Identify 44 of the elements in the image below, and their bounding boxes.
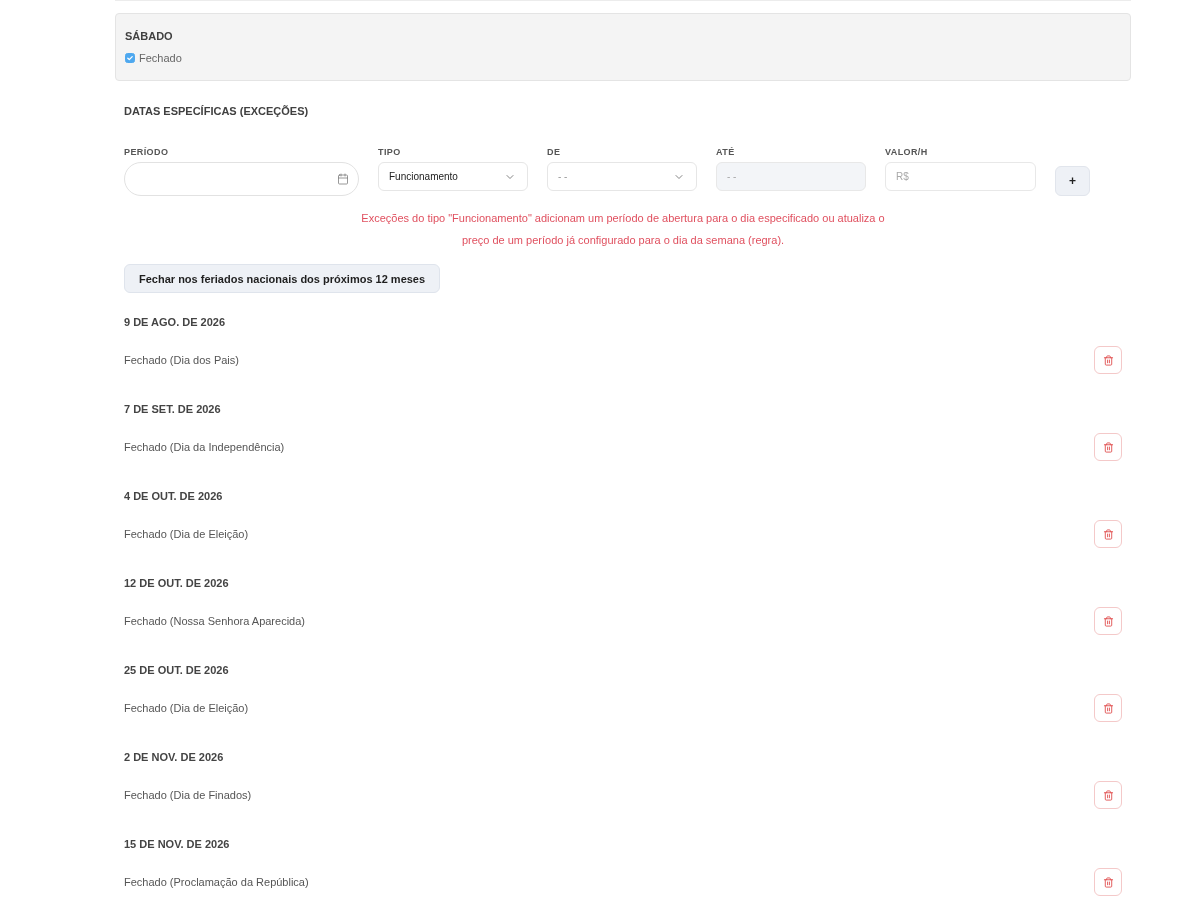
delete-button[interactable] [1094, 781, 1122, 809]
delete-button[interactable] [1094, 433, 1122, 461]
field-label: PERÍODO [124, 146, 169, 158]
trash-icon [1102, 615, 1114, 627]
delete-button[interactable] [1094, 868, 1122, 896]
delete-button[interactable] [1094, 346, 1122, 374]
entry-description: Fechado (Proclamação da República) [124, 875, 309, 889]
field-label: ATÉ [716, 146, 735, 158]
calendar-icon [337, 173, 349, 185]
trash-icon [1102, 528, 1114, 540]
field-label: DE [547, 146, 561, 158]
entry-description: Fechado (Nossa Senhora Aparecida) [124, 614, 305, 628]
holidays-button[interactable]: Fechar nos feriados nacionais dos próximos 12 meses [124, 264, 441, 293]
entry-description: Fechado (Dia de Eleição) [124, 701, 249, 715]
date-field[interactable] [124, 162, 359, 196]
entry-date: 12 DE OUT. DE 2026 [124, 576, 229, 590]
input-field[interactable]: R$ [885, 162, 1036, 191]
entry-date: 25 DE OUT. DE 2026 [124, 663, 229, 677]
section-title: DATAS ESPECÍFICAS (EXCEÇÕES) [124, 104, 309, 118]
entry-description: Fechado (Dia de Finados) [124, 788, 252, 802]
entry-description: Fechado (Dia da Independência) [124, 440, 285, 454]
entry-date: 9 DE AGO. DE 2026 [124, 315, 226, 329]
trash-icon [1102, 789, 1114, 801]
checkbox-label: Fechado [139, 51, 182, 65]
entry-description: Fechado (Dia de Eleição) [124, 527, 249, 541]
delete-button[interactable] [1094, 520, 1122, 548]
delete-button[interactable] [1094, 694, 1122, 722]
entry-date: 2 DE NOV. DE 2026 [124, 750, 224, 764]
hint-text: Exceções do tipo "Funcionamento" adicionam um período de abertura para o dia especificado ou atualiza o preço de um período já configurado para o dia da semana (regra). [360, 211, 886, 248]
field-label: VALOR/H [885, 146, 928, 158]
field-label: TIPO [378, 146, 401, 158]
trash-icon [1102, 441, 1114, 453]
day-title: SÁBADO [125, 29, 173, 43]
trash-icon [1102, 702, 1114, 714]
trash-icon [1102, 876, 1114, 888]
entry-date: 4 DE OUT. DE 2026 [124, 489, 223, 503]
add-button[interactable]: + [1055, 166, 1090, 196]
entry-date: 7 DE SET. DE 2026 [124, 402, 221, 416]
delete-button[interactable] [1094, 607, 1122, 635]
entry-description: Fechado (Dia dos Pais) [124, 353, 239, 367]
trash-icon [1102, 354, 1114, 366]
select-field[interactable]: Funcionamento [378, 162, 528, 191]
checkbox[interactable] [125, 53, 135, 63]
entry-date: 15 DE NOV. DE 2026 [124, 837, 230, 851]
